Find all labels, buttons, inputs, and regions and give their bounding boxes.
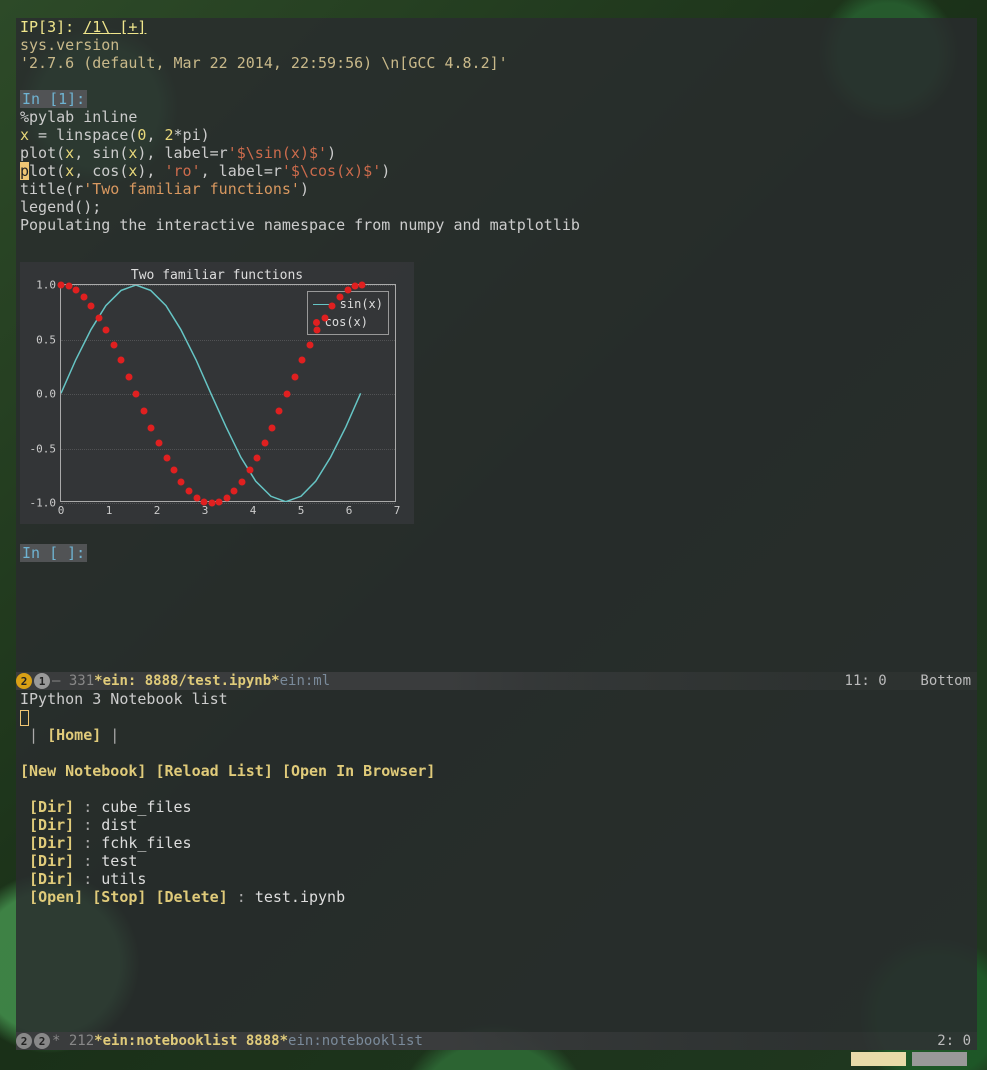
modeline-buffer: *ein: 8888/test.ipynb*: [94, 673, 279, 689]
stop-button[interactable]: [Stop]: [92, 888, 146, 906]
blank-line: [20, 534, 973, 544]
blank-line: [20, 234, 973, 252]
modeline-position: 11: 0: [845, 673, 887, 689]
code-line[interactable]: plot(x, cos(x), 'ro', label=r'$\cos(x)$'…: [20, 162, 973, 180]
stdout-line: Populating the interactive namespace fro…: [20, 216, 973, 234]
dir-name: cube_files: [101, 798, 191, 816]
modeline-buffer: *ein:notebooklist 8888*: [94, 1033, 288, 1049]
dir-row: [Dir] : cube_files: [20, 798, 973, 816]
action-row: [New Notebook] [Reload List] [Open In Br…: [20, 762, 973, 780]
cursor: p: [20, 162, 29, 180]
modeline-badge: 2: [16, 673, 32, 689]
dir-row: [Dir] : utils: [20, 870, 973, 888]
plot-area: sin(x) cos(x) -1.0-0.50.00.51.001234567: [60, 284, 396, 502]
tray-item[interactable]: [851, 1052, 906, 1066]
open-button[interactable]: [Open]: [29, 888, 83, 906]
cursor-line: [20, 708, 973, 726]
dir-link[interactable]: [Dir]: [29, 798, 74, 816]
new-notebook-button[interactable]: [New Notebook]: [20, 762, 146, 780]
modeline-flags: * 212: [52, 1033, 94, 1049]
notebooklist-content[interactable]: IPython 3 Notebook list | [Home] | [New …: [16, 690, 977, 1032]
delete-button[interactable]: [Delete]: [155, 888, 227, 906]
dir-name: dist: [101, 816, 137, 834]
tab-header[interactable]: IP[3]: /1\ [+]: [20, 18, 973, 36]
legend-label: cos(x): [325, 315, 368, 329]
dir-link[interactable]: [Dir]: [29, 816, 74, 834]
blank-line: [20, 72, 973, 90]
cell-prompt: In [1]:: [20, 90, 973, 108]
dir-name: fchk_files: [101, 834, 191, 852]
notebook-content[interactable]: IP[3]: /1\ [+] sys.version '2.7.6 (defau…: [16, 18, 977, 672]
plot-output: Two familiar functions sin(x) cos(x) -1.…: [20, 262, 414, 524]
modeline-mode: ein:ml: [280, 673, 331, 689]
code-line[interactable]: x = linspace(0, 2*pi): [20, 126, 973, 144]
code-line[interactable]: plot(x, sin(x), label=r'$\sin(x)$'): [20, 144, 973, 162]
modeline-mode: ein:notebooklist: [288, 1033, 423, 1049]
cell-prompt[interactable]: In [ ]:: [20, 544, 973, 562]
output-line: '2.7.6 (default, Mar 22 2014, 22:59:56) …: [20, 54, 973, 72]
modeline-position: 2: 0: [937, 1033, 971, 1049]
modeline-badge: 2: [16, 1033, 32, 1049]
file-name: test.ipynb: [255, 888, 345, 906]
tray-item[interactable]: [912, 1052, 967, 1066]
code-line[interactable]: %pylab inline: [20, 108, 973, 126]
blank-line: [20, 744, 973, 762]
cursor-outline: [20, 710, 29, 726]
modeline-top: 2 1 — 331 *ein: 8888/test.ipynb* ein:ml …: [16, 672, 977, 690]
legend-dot-icon: [313, 319, 320, 326]
code-line[interactable]: legend();: [20, 198, 973, 216]
blank-line: [20, 780, 973, 798]
chart-title: Two familiar functions: [20, 268, 414, 283]
dir-link[interactable]: [Dir]: [29, 834, 74, 852]
dir-link[interactable]: [Dir]: [29, 870, 74, 888]
reload-list-button[interactable]: [Reload List]: [155, 762, 272, 780]
system-tray: [851, 1052, 967, 1070]
notebooklist-pane: IPython 3 Notebook list | [Home] | [New …: [16, 690, 977, 1050]
breadcrumb: | [Home] |: [20, 726, 973, 744]
output-line: sys.version: [20, 36, 973, 54]
modeline-bottom: 2 2 * 212 *ein:notebooklist 8888* ein:no…: [16, 1032, 977, 1050]
modeline-badge: 1: [34, 673, 50, 689]
file-row: [Open] [Stop] [Delete] : test.ipynb: [20, 888, 973, 906]
notebooklist-title: IPython 3 Notebook list: [20, 690, 973, 708]
modeline-badge: 2: [34, 1033, 50, 1049]
notebook-pane: IP[3]: /1\ [+] sys.version '2.7.6 (defau…: [16, 18, 977, 690]
code-line[interactable]: title(r'Two familiar functions'): [20, 180, 973, 198]
dir-row: [Dir] : test: [20, 852, 973, 870]
dir-link[interactable]: [Dir]: [29, 852, 74, 870]
dir-name: utils: [101, 870, 146, 888]
modeline-where: Bottom: [920, 673, 971, 689]
modeline-flags: — 331: [52, 673, 94, 689]
dir-row: [Dir] : dist: [20, 816, 973, 834]
dir-name: test: [101, 852, 137, 870]
open-in-browser-button[interactable]: [Open In Browser]: [282, 762, 436, 780]
dir-row: [Dir] : fchk_files: [20, 834, 973, 852]
home-link[interactable]: [Home]: [47, 726, 101, 744]
legend-label: sin(x): [340, 297, 383, 311]
